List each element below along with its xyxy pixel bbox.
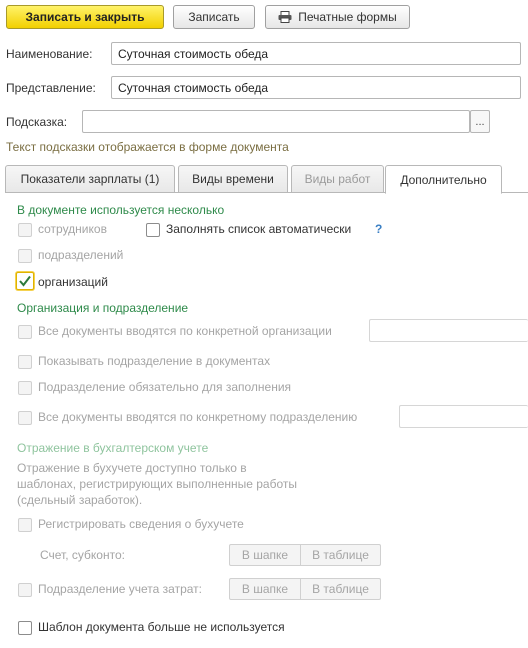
accounting-note: Отражение в бухучете доступно только в ш… xyxy=(17,460,297,508)
tooltip-note: Текст подсказки отображается в форме док… xyxy=(6,140,289,154)
multiple-section-title: В документе используется несколько xyxy=(17,203,225,217)
name-label: Наименование: xyxy=(6,47,93,61)
save-and-close-button[interactable]: Записать и закрыть xyxy=(6,5,164,29)
tooltip-label: Подсказка: xyxy=(6,115,68,129)
organizations-checkbox[interactable] xyxy=(16,272,34,290)
autofill-checkbox[interactable] xyxy=(146,223,160,237)
tooltip-field[interactable] xyxy=(82,110,470,133)
printer-icon xyxy=(278,11,292,23)
tab-work-types[interactable]: Виды работ xyxy=(291,165,384,193)
tab-salary-indicators[interactable]: Показатели зарплаты (1) xyxy=(5,165,175,193)
checkmark-icon xyxy=(19,275,31,287)
presentation-field[interactable]: Суточная стоимость обеда xyxy=(111,76,521,99)
all-docs-department-label: Все документы вводятся по конкретному по… xyxy=(38,410,358,424)
tab-additional[interactable]: Дополнительно xyxy=(385,165,502,194)
template-unused-label: Шаблон документа больше не используется xyxy=(38,620,285,634)
tooltip-select-button[interactable]: ... xyxy=(470,110,490,133)
department-required-checkbox[interactable] xyxy=(18,381,32,395)
employees-checkbox[interactable] xyxy=(18,223,32,237)
tab-time-types[interactable]: Виды времени xyxy=(178,165,288,193)
print-forms-label: Печатные формы xyxy=(298,10,397,24)
cost-center-in-table-button[interactable]: В таблице xyxy=(300,578,381,600)
org-section-title: Организация и подразделение xyxy=(17,301,189,315)
help-icon[interactable]: ? xyxy=(375,222,382,236)
organization-field[interactable] xyxy=(369,319,528,342)
accounting-note-line: (сдельный заработок). xyxy=(17,493,143,507)
all-docs-department-checkbox[interactable] xyxy=(18,411,32,425)
department-required-label: Подразделение обязательно для заполнения xyxy=(38,380,292,394)
organizations-label: организаций xyxy=(38,275,108,289)
autofill-label: Заполнять список автоматически xyxy=(166,222,352,236)
cost-center-checkbox[interactable] xyxy=(18,583,32,597)
register-accounting-label: Регистрировать сведения о бухучете xyxy=(38,517,244,531)
departments-checkbox[interactable] xyxy=(18,249,32,263)
show-department-checkbox[interactable] xyxy=(18,355,32,369)
account-in-header-button[interactable]: В шапке xyxy=(229,544,301,566)
accounting-note-line: Отражение в бухучете доступно только в xyxy=(17,461,247,475)
all-docs-org-label: Все документы вводятся по конкретной орг… xyxy=(38,324,332,338)
accounting-section-title: Отражение в бухгалтерском учете xyxy=(17,441,209,455)
cost-center-label: Подразделение учета затрат: xyxy=(38,582,202,596)
employees-label: сотрудников xyxy=(38,222,107,236)
save-button[interactable]: Записать xyxy=(173,5,255,29)
presentation-label: Представление: xyxy=(6,81,96,95)
register-accounting-checkbox[interactable] xyxy=(18,518,32,532)
cost-center-in-header-button[interactable]: В шапке xyxy=(229,578,301,600)
print-forms-button[interactable]: Печатные формы xyxy=(265,5,410,29)
all-docs-org-checkbox[interactable] xyxy=(18,325,32,339)
accounting-note-line: шаблонах, регистрирующих выполненные раб… xyxy=(17,477,298,491)
template-unused-checkbox[interactable] xyxy=(18,621,32,635)
departments-label: подразделений xyxy=(38,248,124,262)
department-field[interactable] xyxy=(399,405,528,428)
show-department-label: Показывать подразделение в документах xyxy=(38,354,271,368)
account-in-table-button[interactable]: В таблице xyxy=(300,544,381,566)
account-subconto-label: Счет, субконто: xyxy=(40,548,125,562)
name-field[interactable]: Суточная стоимость обеда xyxy=(111,42,521,65)
